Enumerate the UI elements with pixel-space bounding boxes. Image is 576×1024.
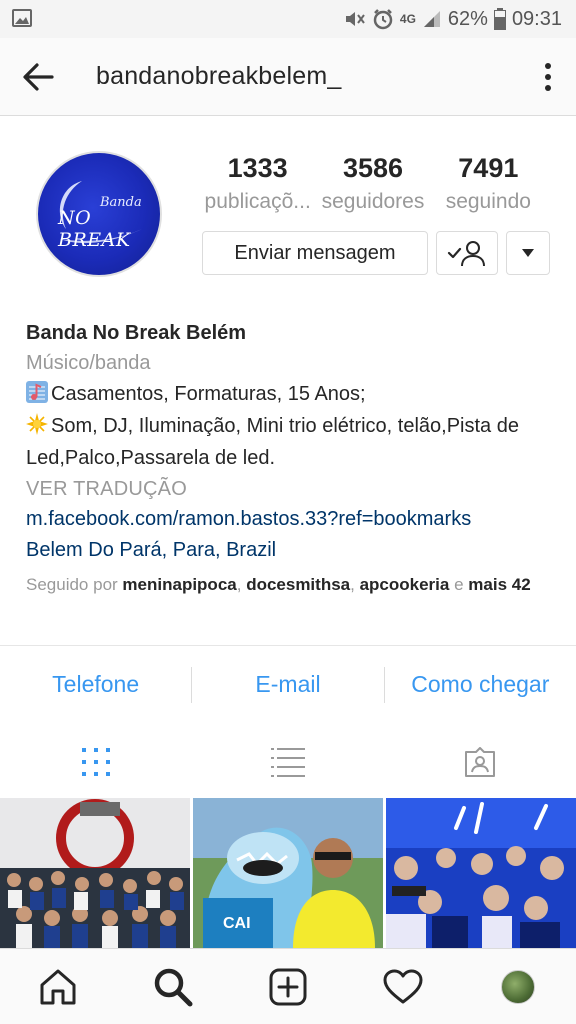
followed-by-prefix: Seguido por [26,575,118,594]
bottom-navigation [0,948,576,1024]
stat-posts[interactable]: 1333 publicaçõ... [200,152,315,220]
profile-stats: 1333 publicaçõ... 3586 seguidores 7491 s… [200,152,546,220]
see-translation-link[interactable]: VER TRADUÇÃO [26,474,556,504]
stat-following-label: seguindo [445,190,531,213]
post-thumbnail[interactable] [0,798,190,948]
profile-username: bandanobreakbelem_ [96,62,342,90]
back-arrow-icon[interactable] [22,62,54,92]
bio-line-1: Casamentos, Formaturas, 15 Anos; [26,378,556,410]
caret-down-icon [522,249,534,257]
mute-icon [345,12,365,26]
directions-action-button[interactable]: Como chegar [385,671,576,698]
following-check-user-icon [447,241,485,267]
followed-by-user[interactable]: meninapipoca [122,575,236,594]
bio-name: Banda No Break Belém [26,322,247,344]
stat-posts-count: 1333 [227,153,288,183]
nav-new-post[interactable] [230,968,345,1006]
stat-followers[interactable]: 3586 seguidores [315,152,430,220]
clock: 09:31 [511,7,562,30]
profile-avatar[interactable]: Banda NO BREAK [36,151,162,277]
add-post-icon [269,968,307,1005]
followed-by-text[interactable]: Seguido por meninapipoca, docesmithsa, a… [26,574,556,596]
tagged-photos-icon [465,747,495,777]
network-type: 4G [399,12,416,26]
bio-line-2-text: Som, DJ, Iluminação, Mini trio elétrico,… [26,415,519,469]
tab-grid[interactable] [0,733,192,791]
tab-list[interactable] [192,733,384,791]
nav-profile[interactable] [461,969,576,1004]
email-action-button[interactable]: E-mail [192,671,383,698]
profile-tab-avatar [501,969,536,1004]
post-thumbnail[interactable]: CAI [193,798,383,948]
list-view-icon [271,748,305,777]
send-message-button[interactable]: Enviar mensagem [202,231,428,275]
alarm-icon [373,9,393,30]
grid-view-icon [82,748,110,776]
nav-activity[interactable] [346,969,461,1005]
nav-home[interactable] [0,968,115,1006]
bio-line-1-text: Casamentos, Formaturas, 15 Anos; [51,383,366,405]
followed-by-more[interactable]: mais 42 [468,575,530,594]
bio-location-link[interactable]: Belem Do Pará, Para, Brazil [26,535,556,566]
posts-grid: CAI [0,798,576,948]
search-icon [154,968,193,1006]
stat-following[interactable]: 7491 seguindo [431,152,546,220]
post-thumbnail[interactable] [386,798,576,948]
followed-by-conjunction: e [454,575,464,594]
more-options-icon[interactable] [544,62,552,92]
post-image-party-photo [386,798,576,948]
post-image-group-photo [0,798,190,948]
heart-icon [383,969,423,1003]
nav-search[interactable] [115,967,230,1007]
suggestions-dropdown-button[interactable] [506,231,550,275]
signal-icon [423,11,440,27]
status-indicators: 4G 62% 09:31 [344,6,562,32]
followed-by-user[interactable]: apcookeria [360,575,450,594]
stat-followers-count: 3586 [342,153,404,183]
stat-following-count: 7491 [458,153,519,183]
home-icon [40,969,76,1004]
contact-actions: Telefone E-mail Como chegar [0,645,576,723]
profile-bio: Banda No Break Belém Músico/banda Casame… [26,318,556,596]
sparkle-sun-emoji-icon [26,413,48,435]
status-bar: 4G 62% 09:31 [0,0,576,38]
profile-header-bar: bandanobreakbelem_ [0,38,576,116]
battery-icon [493,8,506,30]
bio-line-2: Som, DJ, Iluminação, Mini trio elétrico,… [26,410,556,474]
following-button[interactable] [436,231,498,275]
post-image-mascot-photo: CAI [193,798,383,948]
svg-text:CAI: CAI [223,915,251,932]
followed-by-user[interactable]: docesmithsa [246,575,350,594]
battery-percent: 62% [447,7,488,30]
stat-posts-label: publicaçõ... [204,190,311,213]
music-note-emoji-icon [26,381,48,403]
gallery-notification-icon [12,9,32,27]
bio-website-link[interactable]: m.facebook.com/ramon.bastos.33?ref=bookm… [26,504,556,535]
profile-view-tabs [0,733,576,791]
stat-followers-label: seguidores [321,190,425,213]
bio-category: Músico/banda [26,352,151,374]
phone-action-button[interactable]: Telefone [0,671,191,698]
avatar-logo-text: NO BREAK [58,207,131,251]
tab-tagged[interactable] [384,733,576,791]
